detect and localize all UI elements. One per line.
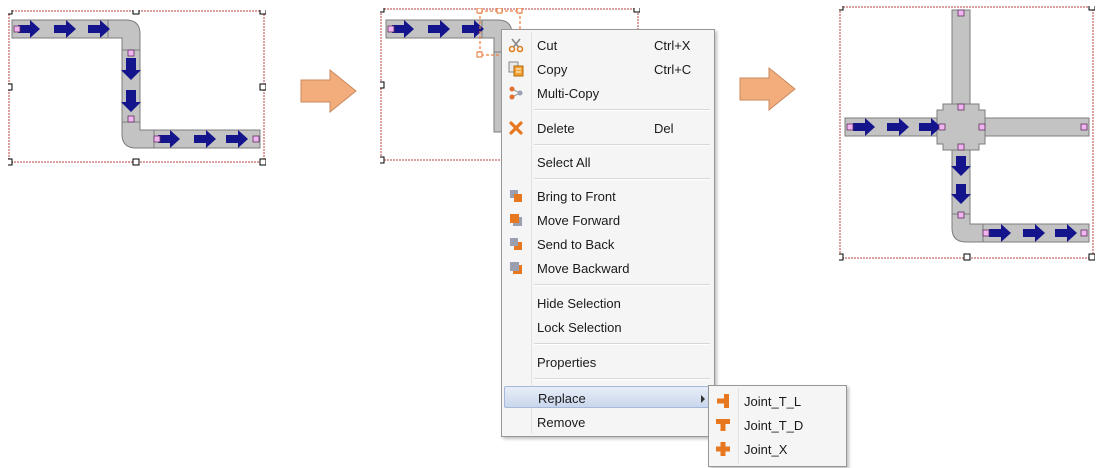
copy-icon: [508, 61, 524, 77]
menu-item-properties[interactable]: Properties: [504, 351, 712, 373]
send-to-back-icon: [510, 238, 522, 250]
menu-item-label: Lock Selection: [537, 320, 622, 335]
menu-item-shortcut: Ctrl+C: [654, 62, 692, 77]
delete-icon: [509, 121, 523, 135]
menu-item-label: Move Forward: [537, 213, 621, 228]
menu-item-copy[interactable]: Copy Ctrl+C: [504, 58, 712, 80]
menu-item-multi-copy[interactable]: Multi-Copy: [504, 82, 712, 104]
joint-t-down-icon: [716, 419, 730, 431]
menu-item-label: Hide Selection: [537, 296, 621, 311]
step-arrow-icon: [739, 67, 796, 111]
submenu-item-joint-t-l[interactable]: Joint_T_L: [711, 390, 844, 412]
menu-separator: [534, 178, 710, 180]
menu-item-label: Select All: [537, 155, 591, 170]
menu-item-move-forward[interactable]: Move Forward: [504, 209, 712, 231]
menu-separator: [534, 144, 710, 146]
menu-item-remove[interactable]: Remove: [504, 411, 712, 433]
menu-item-delete[interactable]: Delete Del: [504, 117, 712, 139]
menu-item-label: Properties: [537, 355, 597, 370]
pipe-segment: [951, 9, 971, 111]
submenu-item-joint-t-d[interactable]: Joint_T_D: [711, 414, 844, 436]
menu-item-label: Bring to Front: [537, 189, 616, 204]
move-backward-icon: [510, 262, 522, 274]
joint-cross-icon: [716, 442, 730, 456]
menu-item-label: Cut: [537, 38, 558, 53]
pipeline-after-drawing[interactable]: [839, 6, 1095, 262]
menu-item-label: Replace: [538, 391, 586, 406]
step-arrow-icon: [300, 69, 357, 113]
menu-item-label: Send to Back: [537, 237, 615, 252]
pipe-elbow: [951, 213, 984, 243]
menu-item-label: Copy: [537, 62, 568, 77]
pipe-elbow: [107, 19, 141, 51]
multi-copy-icon: [509, 86, 523, 100]
menu-item-send-to-back[interactable]: Send to Back: [504, 233, 712, 255]
menu-item-hide-selection[interactable]: Hide Selection: [504, 292, 712, 314]
menu-separator: [534, 284, 710, 286]
submenu-item-label: Joint_X: [744, 442, 788, 457]
menu-item-bring-to-front[interactable]: Bring to Front: [504, 185, 712, 207]
menu-item-label: Move Backward: [537, 261, 630, 276]
submenu-item-label: Joint_T_L: [744, 394, 802, 409]
menu-item-label: Remove: [537, 415, 586, 430]
menu-item-label: Multi-Copy: [537, 86, 600, 101]
menu-item-shortcut: Del: [654, 121, 674, 136]
menu-item-label: Delete: [537, 121, 575, 136]
bring-to-front-icon: [510, 190, 522, 202]
pipeline-before-drawing[interactable]: [8, 10, 266, 166]
menu-item-lock-selection[interactable]: Lock Selection: [504, 316, 712, 338]
joint-t-left-icon: [717, 394, 729, 408]
submenu-arrow-icon: [701, 395, 705, 403]
submenu-item-joint-x[interactable]: Joint_X: [711, 438, 844, 460]
scissors-icon: [508, 38, 524, 53]
replace-submenu: Joint_T_L Joint_T_D Joint_X: [708, 385, 847, 467]
canvas-after[interactable]: [839, 6, 1095, 262]
menu-item-select-all[interactable]: Select All: [504, 151, 712, 173]
move-forward-icon: [510, 214, 522, 226]
menu-separator: [534, 343, 710, 345]
menu-item-cut[interactable]: Cut Ctrl+X: [504, 34, 712, 56]
menu-separator: [534, 109, 710, 111]
context-menu: Cut Ctrl+X Copy Ctrl+C Multi-Copy Delete…: [501, 29, 715, 437]
connection-handle: [387, 25, 395, 33]
menu-item-shortcut: Ctrl+X: [654, 38, 691, 53]
menu-item-move-backward[interactable]: Move Backward: [504, 257, 712, 279]
pipe-elbow: [121, 121, 155, 149]
menu-item-replace[interactable]: Replace: [504, 386, 712, 408]
menu-separator: [534, 378, 710, 380]
canvas-before[interactable]: [8, 10, 266, 166]
submenu-item-label: Joint_T_D: [744, 418, 804, 433]
pipe-segment: [976, 117, 1090, 137]
